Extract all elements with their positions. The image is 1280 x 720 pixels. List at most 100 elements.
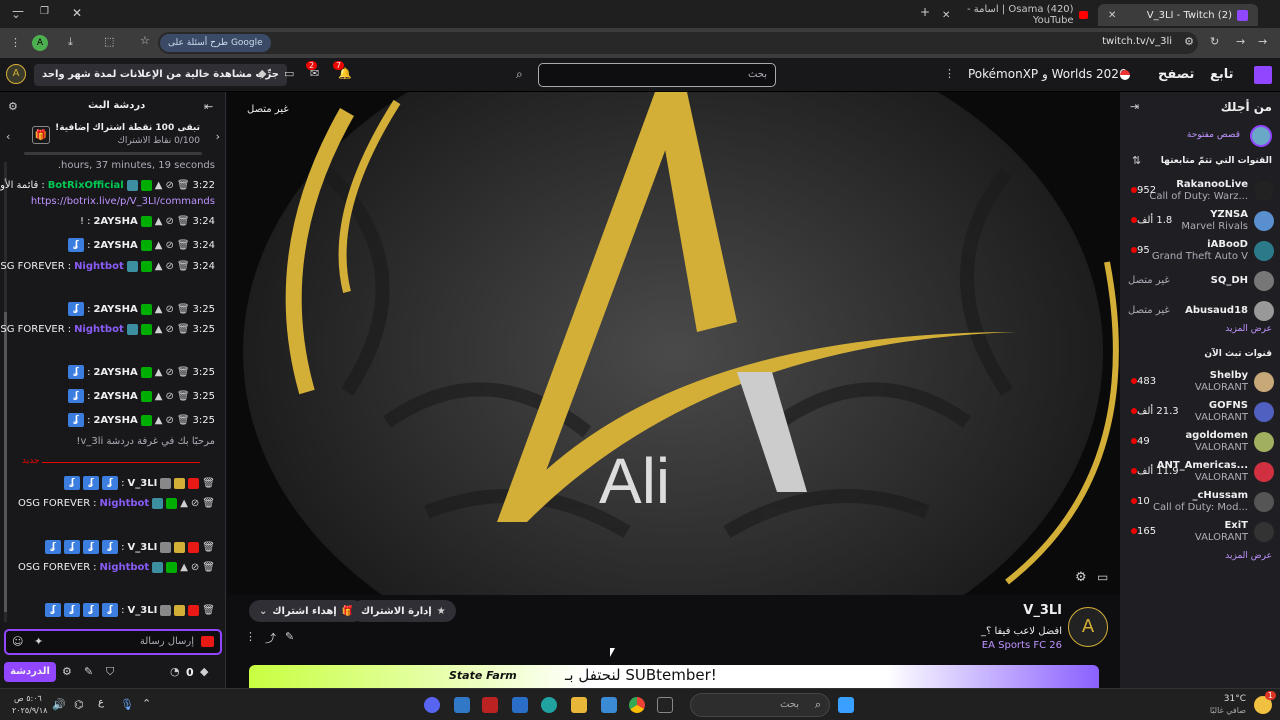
delete-icon[interactable]: 🗑 xyxy=(177,391,190,402)
bookmark-star-icon[interactable]: ☆ xyxy=(140,34,150,47)
emote-picker-icon[interactable]: ✦ xyxy=(34,635,43,648)
chat-gear-icon[interactable]: ⚙ xyxy=(62,665,72,678)
video-player[interactable]: Ali غير متصل ⚙ ▭ xyxy=(227,92,1120,595)
delete-icon[interactable]: 🗑 xyxy=(177,261,190,272)
timeout-icon[interactable]: ⊘ xyxy=(165,367,173,378)
timeout-icon[interactable]: ⊘ xyxy=(165,180,173,191)
nav-following[interactable]: تابع xyxy=(1210,67,1234,82)
channel-item[interactable]: YZNSA Marvel Rivals 1.8 ألف xyxy=(1120,207,1280,237)
close-tab-icon[interactable]: ✕ xyxy=(1108,10,1116,21)
chevron-left-icon[interactable]: ‹ xyxy=(6,130,10,143)
chat-username[interactable]: BotRixOfficial xyxy=(48,180,124,191)
menu-dots-icon[interactable]: ⋮ xyxy=(10,36,21,49)
warn-icon[interactable]: ▲ xyxy=(180,498,188,509)
warn-icon[interactable]: ▲ xyxy=(155,216,163,227)
timeout-icon[interactable]: ⊘ xyxy=(165,391,173,402)
ads-offer[interactable]: جرِّب مشاهدة خالية من الإعلانات لمدة شهر… xyxy=(34,64,287,86)
shield-icon[interactable]: ⛉ xyxy=(106,665,114,679)
warn-icon[interactable]: ▲ xyxy=(155,391,163,402)
reload-icon[interactable]: ↻ xyxy=(1210,35,1219,48)
weather-temp[interactable]: 31°C xyxy=(1224,694,1246,704)
delete-icon[interactable]: 🗑 xyxy=(177,324,190,335)
chat-username[interactable]: 2AYSHA xyxy=(93,304,137,315)
edge-icon[interactable] xyxy=(541,697,557,713)
window-restore-icon[interactable]: ❐ xyxy=(40,6,49,17)
google-ask-button[interactable]: طرح أسئلة على Google xyxy=(160,34,271,52)
chevron-right-icon[interactable]: › xyxy=(216,130,220,143)
mic-icon[interactable]: 🎙 xyxy=(120,698,134,711)
warn-icon[interactable]: ▲ xyxy=(155,240,163,251)
prediction-icon[interactable]: ◆ xyxy=(200,665,208,678)
delete-icon[interactable]: 🗑 xyxy=(202,542,215,553)
timeout-icon[interactable]: ⊘ xyxy=(165,240,173,251)
chat-link[interactable]: https://botrix.live/p/V_3LI/commands xyxy=(31,196,215,207)
taskbar-search[interactable]: بحث ⌕ xyxy=(690,693,830,717)
channel-item[interactable]: Shelby VALORANT 483 xyxy=(1120,368,1280,398)
delete-icon[interactable]: 🗑 xyxy=(177,304,190,315)
app-icon[interactable] xyxy=(454,697,470,713)
delete-icon[interactable]: 🗑 xyxy=(177,240,190,251)
channel-item[interactable]: Abusaud18 غير متصل xyxy=(1120,297,1280,327)
subtember-banner[interactable]: State Farm لنحتفل بـ SUBtember! xyxy=(249,665,1099,688)
chat-scrollbar[interactable] xyxy=(4,162,7,622)
channel-item[interactable]: SQ_DH غير متصل xyxy=(1120,267,1280,297)
warn-icon[interactable]: ▲ xyxy=(155,415,163,426)
delete-icon[interactable]: 🗑 xyxy=(177,367,190,378)
channel-item[interactable]: ANT_Americas... VALORANT 11.9 ألف xyxy=(1120,458,1280,488)
chat-settings-icon[interactable]: ⚙ xyxy=(8,100,18,113)
warn-icon[interactable]: ▲ xyxy=(155,180,163,191)
more-options-icon[interactable]: ⋮ xyxy=(245,630,256,643)
user-avatar[interactable]: A xyxy=(6,64,26,84)
download-icon[interactable]: ⤓ xyxy=(68,35,73,49)
game-icon[interactable] xyxy=(482,697,498,713)
game-link[interactable]: EA Sports FC 26 xyxy=(982,640,1062,651)
twitch-logo-icon[interactable] xyxy=(1254,66,1272,84)
taskbar-date[interactable]: ٢٠٢٥/٩/١٨ xyxy=(12,706,47,715)
player-settings-icon[interactable]: ⚙ xyxy=(1075,570,1087,585)
window-minimize-icon[interactable]: — xyxy=(12,4,24,18)
diamond-icon[interactable]: ◆ xyxy=(258,67,266,80)
chat-username[interactable]: V_3LI xyxy=(128,605,158,616)
chat-username[interactable]: Nightbot xyxy=(100,498,150,509)
chat-username[interactable]: 2AYSHA xyxy=(93,415,137,426)
warn-icon[interactable]: ▲ xyxy=(155,324,163,335)
chat-username[interactable]: 2AYSHA xyxy=(93,240,137,251)
new-tab-icon[interactable]: + xyxy=(920,5,930,19)
network-icon[interactable]: ⌬ xyxy=(74,698,84,711)
nav-browse[interactable]: تصفح xyxy=(1158,67,1194,82)
send-button[interactable]: الدردشة xyxy=(4,662,56,682)
tune-icon[interactable]: ⚙ xyxy=(1184,35,1194,48)
tab-youtube[interactable]: (420) Osama | اسامة - YouTube ✕ xyxy=(932,4,1098,26)
timeout-icon[interactable]: ⊘ xyxy=(165,324,173,335)
delete-icon[interactable]: 🗑 xyxy=(202,562,215,573)
collapse-sidebar-icon[interactable]: ⇥ xyxy=(1130,100,1139,113)
more-menu-icon[interactable]: ⋮ xyxy=(944,67,955,80)
channel-item[interactable]: agoldomen VALORANT 49 xyxy=(1120,428,1280,458)
chat-username[interactable]: Nightbot xyxy=(100,562,150,573)
edit-icon[interactable]: ✎ xyxy=(285,630,294,643)
timeout-icon[interactable]: ⊘ xyxy=(165,415,173,426)
terminal-icon[interactable] xyxy=(657,697,673,713)
channel-item[interactable]: ExiT VALORANT 165 xyxy=(1120,518,1280,548)
timeout-icon[interactable]: ⊘ xyxy=(165,304,173,315)
speaker-icon[interactable]: 🔊 xyxy=(52,698,66,711)
sub-points-card[interactable]: ‹ 🎁 تبقى 100 نقطة اشتراك إضافية! 0/100 ن… xyxy=(4,120,222,156)
badge-picker-icon[interactable] xyxy=(201,636,214,647)
chat-username[interactable]: V_3LI xyxy=(128,478,158,489)
photos-icon[interactable] xyxy=(601,697,617,713)
mod-tools-icon[interactable]: ✎ xyxy=(84,665,93,678)
tab-twitch[interactable]: (2) V_3LI - Twitch ✕ xyxy=(1098,4,1258,26)
forward-icon[interactable]: → xyxy=(1236,35,1245,48)
search-button[interactable]: ⌕ xyxy=(516,67,523,82)
chat-username[interactable]: V_3LI xyxy=(128,542,158,553)
chat-username[interactable]: 2AYSHA xyxy=(93,391,137,402)
warn-icon[interactable]: ▲ xyxy=(155,367,163,378)
timeout-icon[interactable]: ⊘ xyxy=(165,216,173,227)
promo-link[interactable]: PokémonXP و Worlds 2026 xyxy=(968,67,1127,81)
warn-icon[interactable]: ▲ xyxy=(155,261,163,272)
warn-icon[interactable]: ▲ xyxy=(155,304,163,315)
delete-icon[interactable]: 🗑 xyxy=(202,605,215,616)
points-icon[interactable]: ◔ xyxy=(170,665,180,678)
warn-icon[interactable]: ▲ xyxy=(180,562,188,573)
channel-item[interactable]: iABooD Grand Theft Auto V 95 xyxy=(1120,237,1280,267)
